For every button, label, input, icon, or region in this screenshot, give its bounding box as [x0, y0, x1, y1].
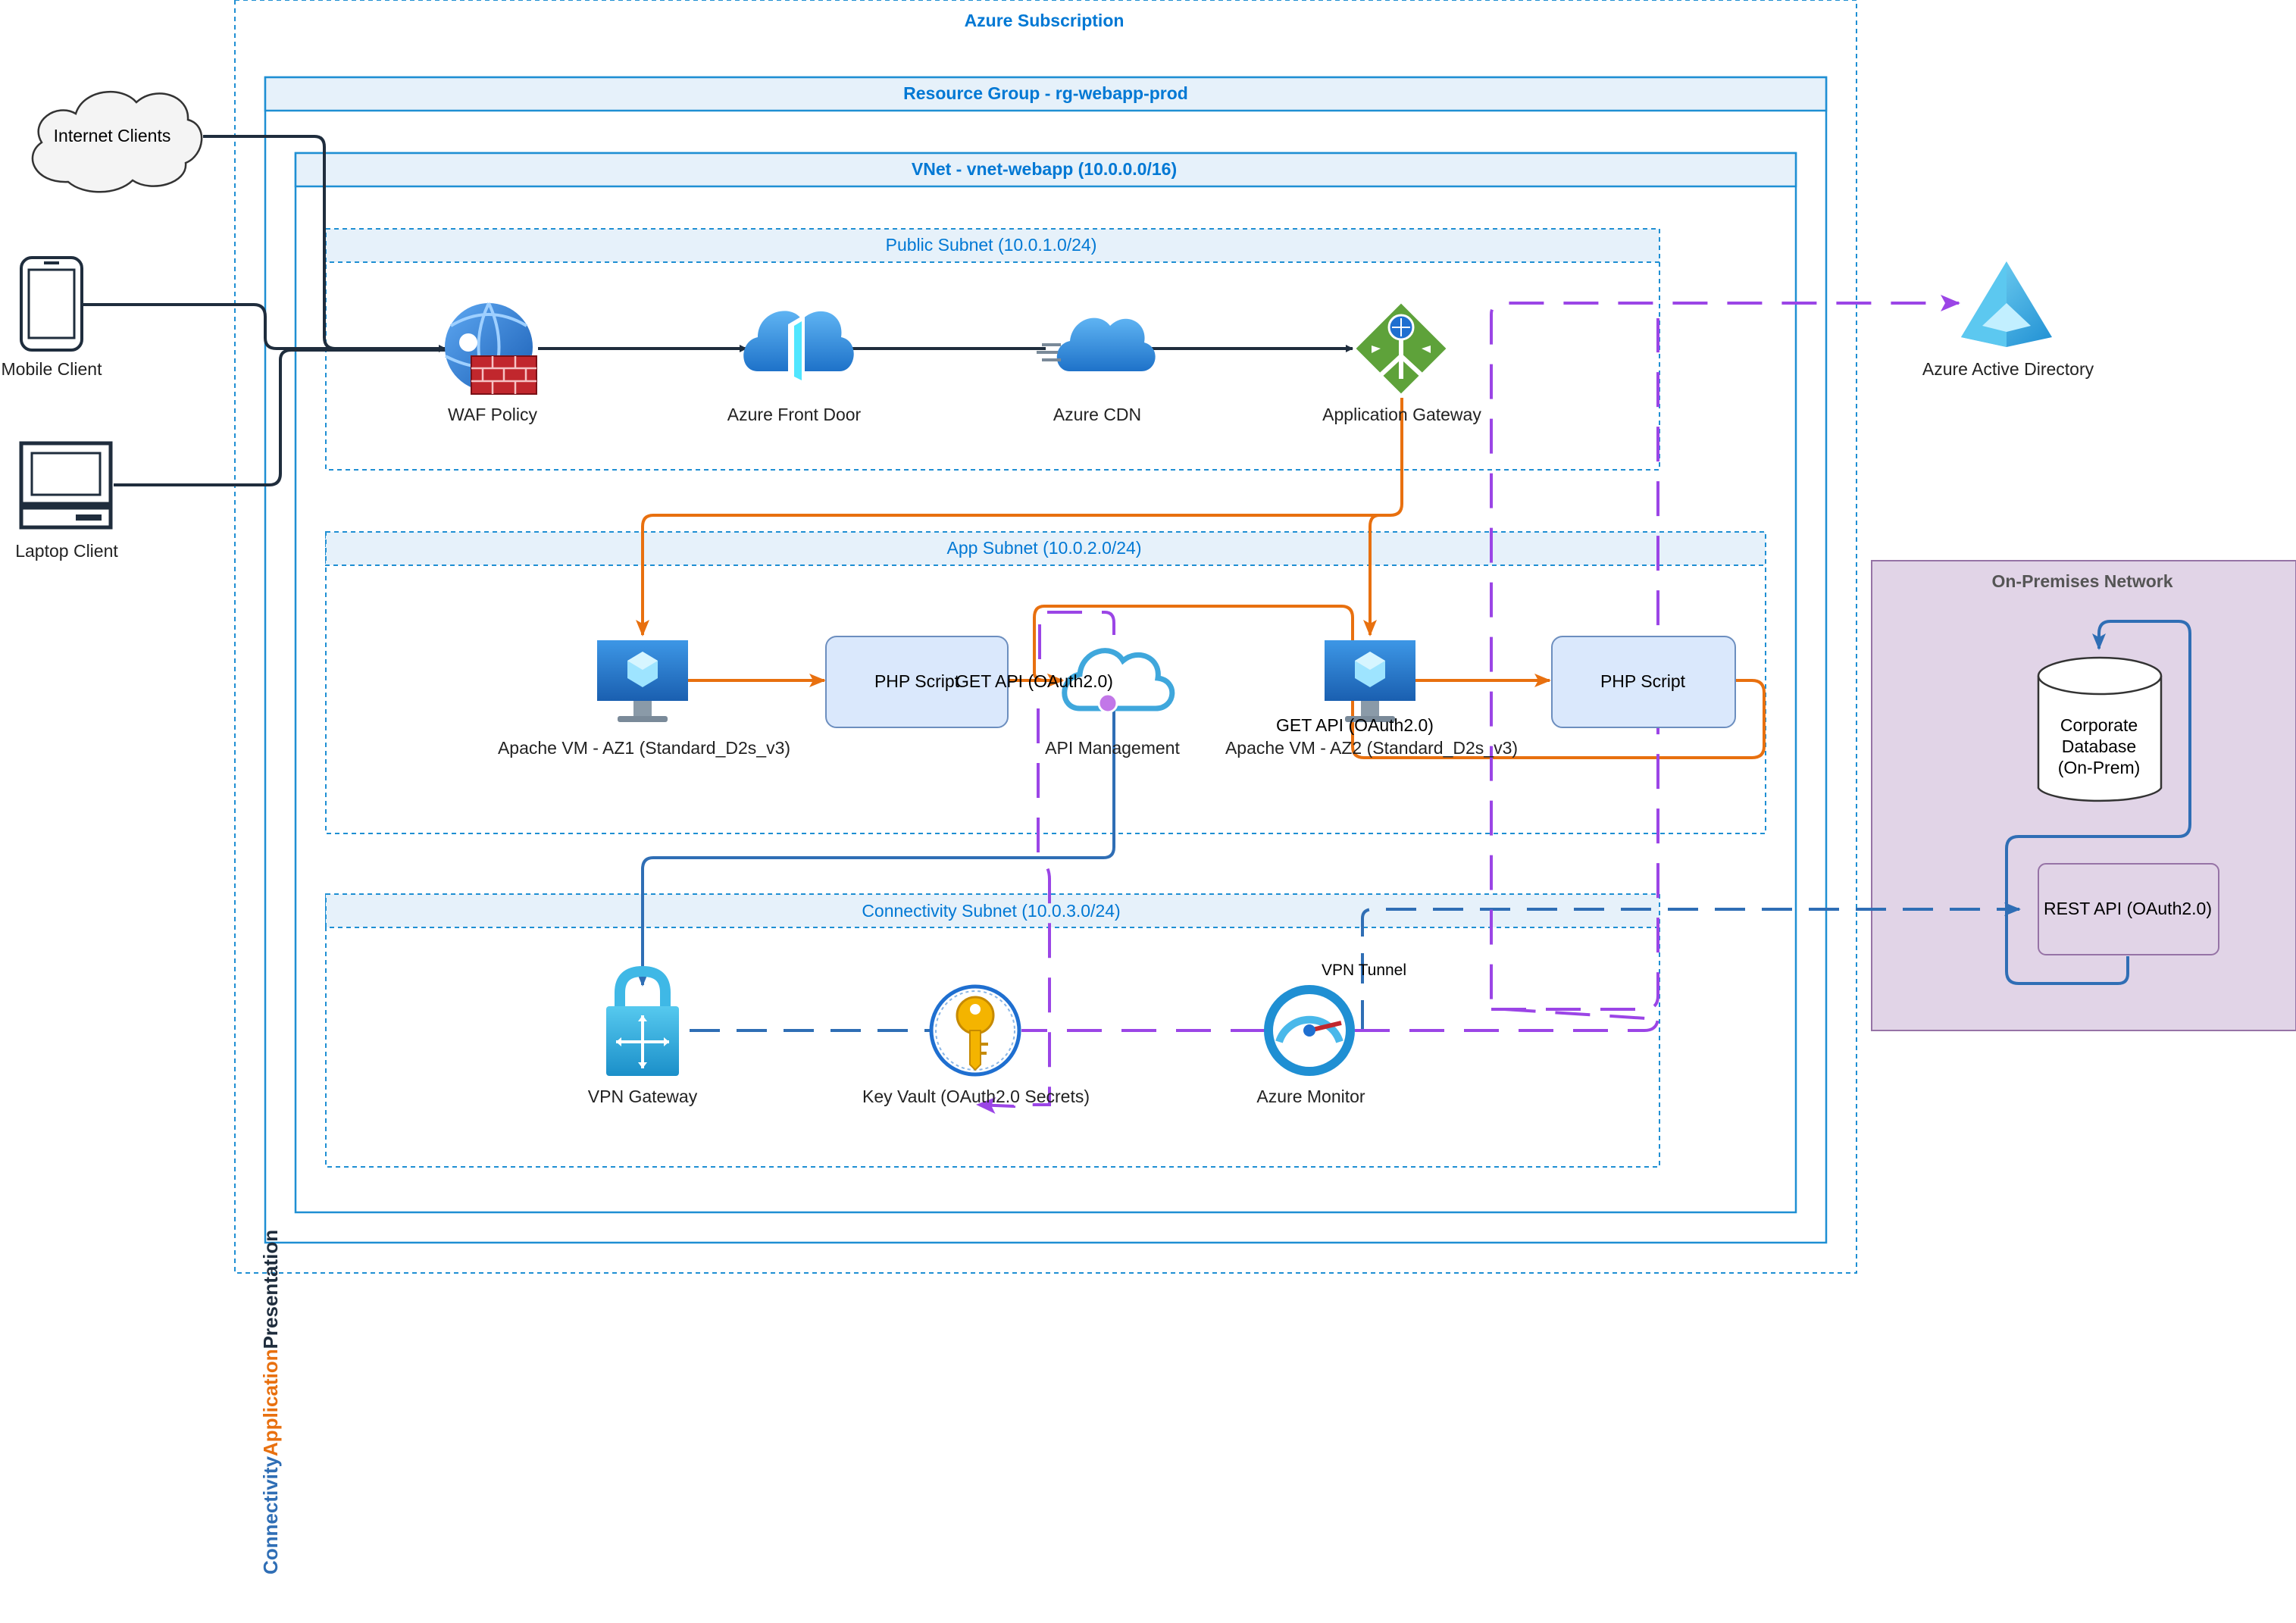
api-management-label: API Management [1045, 738, 1180, 758]
computer-icon [19, 441, 113, 530]
rest-api-label: REST API (OAuth2.0) [2044, 899, 2212, 918]
laptop-client-label: Laptop Client [15, 541, 118, 561]
legend-application: Application [259, 1349, 282, 1456]
php-script-2-label: PHP Script [1600, 671, 1686, 691]
laptop-client-node[interactable]: Laptop Client [15, 441, 118, 561]
apache-vm-az2-label: Apache VM - AZ2 (Standard_D2s_v3) [1225, 738, 1518, 758]
edge-mobile-to-waf [82, 303, 446, 350]
front-door-icon [743, 311, 854, 386]
mobile-client-node[interactable]: Mobile Client [2, 256, 103, 379]
presentation-edges [82, 135, 1353, 486]
api-management-node[interactable]: API Management [1045, 648, 1180, 758]
key-vault-icon [929, 984, 1021, 1077]
public-subnet-title: Public Subnet (10.0.1.0/24) [886, 235, 1097, 255]
get-api-edge-label-1: GET API (OAuth2.0) [956, 671, 1113, 691]
database-label-line2: Database [2062, 736, 2136, 756]
active-directory-pyramid-icon [1961, 261, 2052, 347]
php-script-2-node[interactable]: PHP Script [1551, 636, 1736, 728]
azure-subscription-title: Azure Subscription [965, 11, 1125, 30]
waf-globe-firewall-icon [445, 302, 537, 395]
app-gateway-icon [1356, 303, 1447, 394]
azure-cdn-node[interactable]: Azure CDN [1037, 317, 1156, 424]
internet-clients-node[interactable]: Internet Clients [31, 91, 203, 193]
flow-legend: ConnectivityApplicationPresentation [259, 1230, 282, 1575]
vnet-title: VNet - vnet-webapp (10.0.0.0/16) [912, 159, 1177, 179]
php-script-1-label: PHP Script [874, 671, 960, 691]
apache-vm-az1-node[interactable]: Apache VM - AZ1 (Standard_D2s_v3) [498, 640, 790, 758]
azure-active-directory-node[interactable]: Azure Active Directory [1922, 261, 2094, 379]
vpn-tunnel-edge-label: VPN Tunnel [1322, 962, 1406, 979]
vpn-lock-icon [606, 965, 679, 1076]
mobile-phone-icon [20, 256, 83, 352]
virtual-machine-icon [597, 640, 688, 722]
waf-policy-label: WAF Policy [448, 405, 537, 424]
azure-front-door-node[interactable]: Azure Front Door [727, 311, 862, 424]
waf-policy-node[interactable]: WAF Policy [445, 302, 537, 424]
vpn-gateway-label: VPN Gateway [588, 1087, 698, 1106]
edge-laptop-to-waf [114, 349, 446, 486]
legend-connectivity: Connectivity [259, 1456, 282, 1575]
azure-monitor-label: Azure Monitor [1256, 1087, 1365, 1106]
mobile-client-label: Mobile Client [2, 359, 103, 379]
database-label-line3: (On-Prem) [2058, 758, 2141, 777]
apache-vm-az1-label: Apache VM - AZ1 (Standard_D2s_v3) [498, 738, 790, 758]
app-subnet-title: App Subnet (10.0.2.0/24) [946, 538, 1141, 558]
azure-front-door-label: Azure Front Door [727, 405, 862, 424]
cdn-cloud-icon [1037, 317, 1156, 371]
internet-clients-label: Internet Clients [54, 126, 171, 145]
resource-group-title: Resource Group - rg-webapp-prod [903, 83, 1188, 103]
azure-monitor-node[interactable]: Azure Monitor [1256, 985, 1365, 1106]
azure-cdn-label: Azure CDN [1053, 405, 1141, 424]
azure-active-directory-label: Azure Active Directory [1922, 359, 2094, 379]
virtual-machine-icon [1325, 640, 1415, 722]
architecture-diagram: Azure Subscription Resource Group - rg-w… [2, 0, 2296, 1575]
key-vault-node[interactable]: Key Vault (OAuth2.0 Secrets) [862, 984, 1090, 1106]
corporate-database-node[interactable]: Corporate Database (On-Prem) [2037, 656, 2163, 802]
application-gateway-node[interactable]: Application Gateway [1322, 303, 1481, 424]
onprem-title: On-Premises Network [1991, 571, 2172, 591]
key-vault-label: Key Vault (OAuth2.0 Secrets) [862, 1087, 1090, 1106]
apache-vm-az2-node[interactable]: Apache VM - AZ2 (Standard_D2s_v3) [1225, 640, 1518, 758]
vpn-gateway-node[interactable]: VPN Gateway [588, 965, 698, 1106]
rest-api-node[interactable]: REST API (OAuth2.0) [2038, 863, 2219, 955]
database-label-line1: Corporate [2060, 715, 2138, 735]
application-gateway-label: Application Gateway [1322, 405, 1481, 424]
get-api-edge-label-2: GET API (OAuth2.0) [1276, 715, 1434, 735]
connectivity-subnet-title: Connectivity Subnet (10.0.3.0/24) [862, 901, 1120, 921]
monitor-gauge-icon [1264, 985, 1355, 1076]
legend-presentation: Presentation [259, 1230, 282, 1349]
svg-text:ConnectivityApplicationPresent: ConnectivityApplicationPresentation [259, 1230, 282, 1575]
edge-appgw-to-vm1 [636, 398, 1403, 636]
